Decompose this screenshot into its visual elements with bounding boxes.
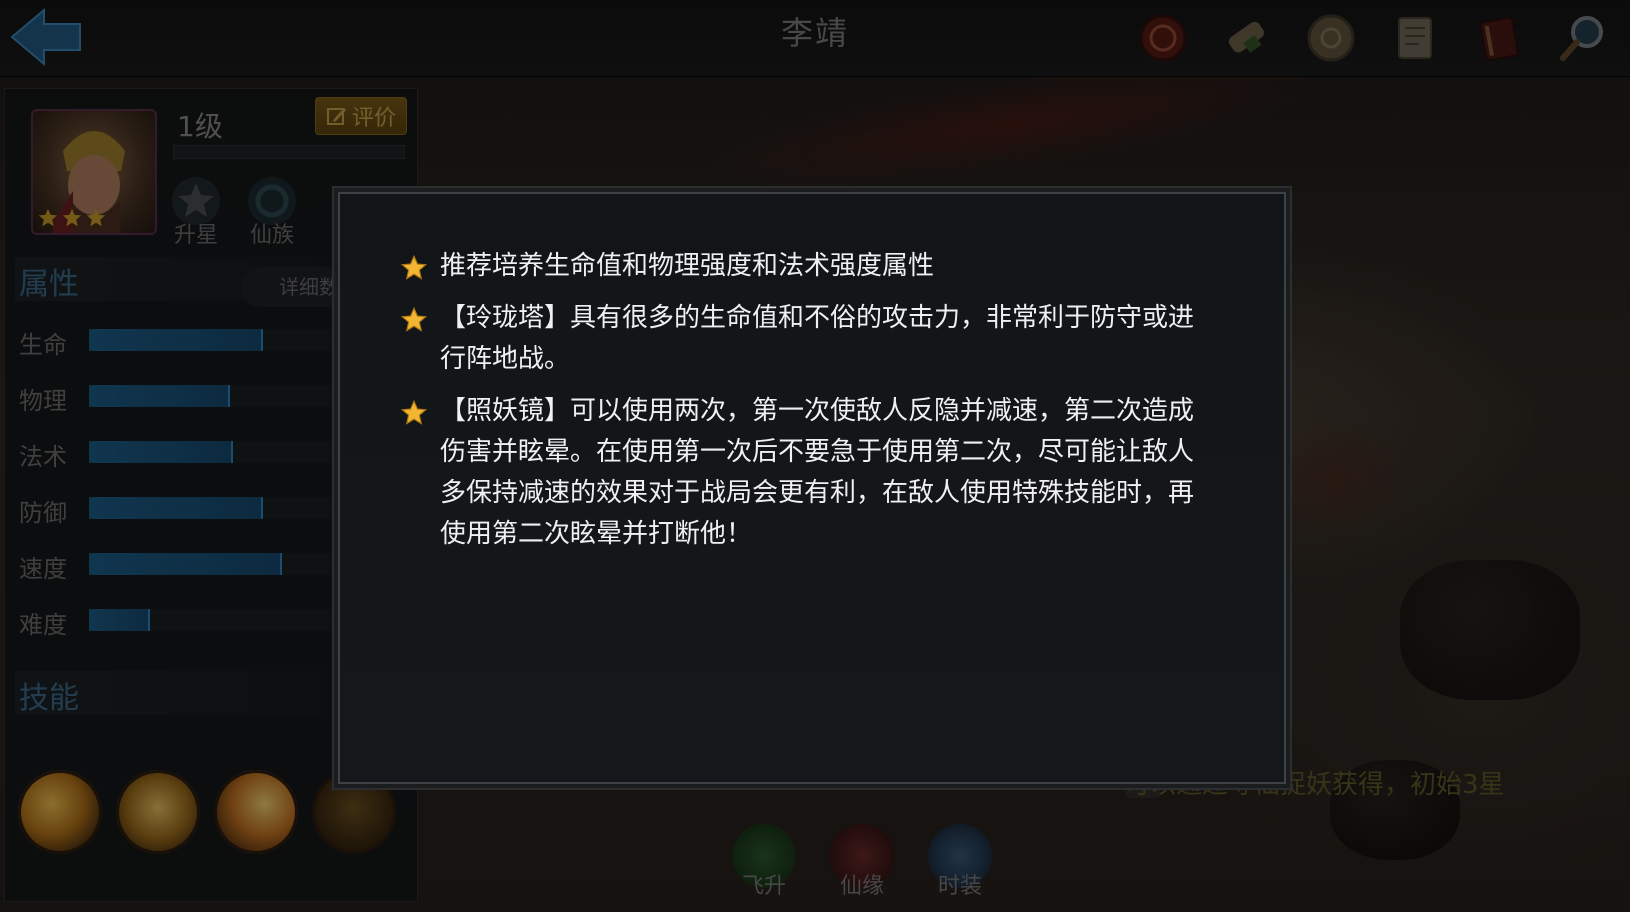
tip-text: 推荐培养生命值和物理强度和法术强度属性 bbox=[440, 251, 935, 281]
tip-text: 【照妖镜】可以使用两次，第一次使敌人反隐并减速，第二次造成伤害并眩晕。在使用第一… bbox=[440, 396, 1195, 549]
star-icon bbox=[400, 254, 428, 280]
strategy-tips-dialog: 推荐培养生命值和物理强度和法术强度属性 【玲珑塔】具有很多的生命值和不俗的攻击力… bbox=[338, 192, 1286, 784]
tip-text: 【玲珑塔】具有很多的生命值和不俗的攻击力，非常利于防守或进行阵地战。 bbox=[440, 303, 1195, 374]
tip-item: 推荐培养生命值和物理强度和法术强度属性 bbox=[400, 246, 1200, 287]
star-icon bbox=[400, 399, 428, 425]
tips-list: 推荐培养生命值和物理强度和法术强度属性 【玲珑塔】具有很多的生命值和不俗的攻击力… bbox=[400, 246, 1200, 566]
tip-item: 【玲珑塔】具有很多的生命值和不俗的攻击力，非常利于防守或进行阵地战。 bbox=[400, 298, 1200, 380]
tip-item: 【照妖镜】可以使用两次，第一次使敌人反隐并减速，第二次造成伤害并眩晕。在使用第一… bbox=[400, 391, 1200, 555]
star-icon bbox=[400, 306, 428, 332]
